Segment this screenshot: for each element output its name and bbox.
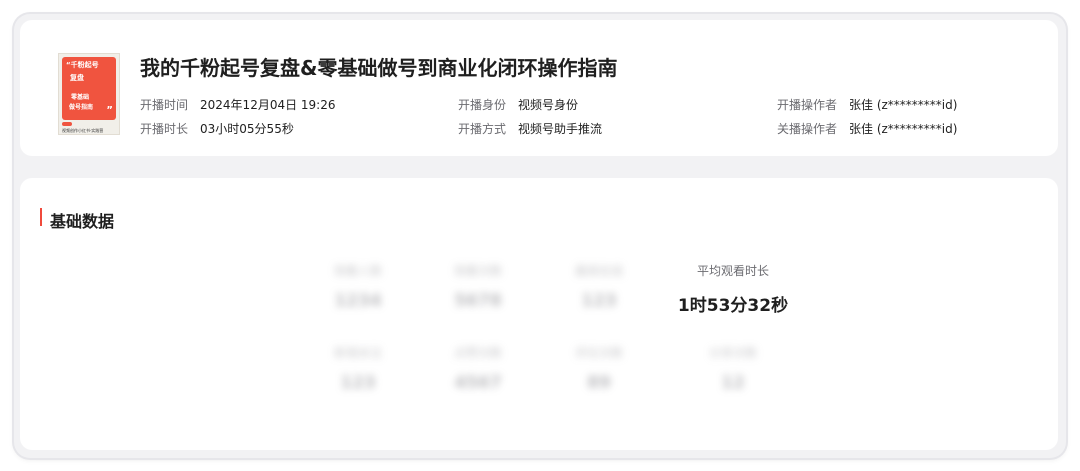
live-info-card: “千粉起号 复盘 零基础 做号指南 ” 视频创作小红书·实践营 我的千粉起号复盘… bbox=[20, 20, 1058, 156]
metric-label: 评论次数 bbox=[574, 346, 623, 360]
cover-text-line2: 复盘 bbox=[70, 74, 84, 82]
meta-start-operator: 开播操作者 张佳 (z*********id) bbox=[777, 96, 957, 113]
metric-value: 5678 bbox=[454, 291, 502, 311]
meta-duration: 开播时长 03小时05分55秒 bbox=[140, 120, 294, 137]
cover-text-line4: 做号指南 bbox=[69, 104, 94, 111]
metric-value: 1234 bbox=[334, 291, 382, 311]
meta-value: 2024年12月04日 19:26 bbox=[200, 98, 336, 112]
metric-item: 最高在线 123 bbox=[544, 262, 654, 311]
cover-quote-close: ” bbox=[106, 105, 113, 116]
live-cover-image[interactable]: “千粉起号 复盘 零基础 做号指南 ” 视频创作小红书·实践营 bbox=[58, 53, 120, 135]
cover-text-line1: “千粉起号 bbox=[66, 61, 99, 69]
meta-identity: 开播身份 视频号身份 bbox=[458, 96, 578, 113]
meta-label: 开播身份 bbox=[458, 98, 507, 112]
metric-label: 观看人数 bbox=[333, 264, 382, 278]
cover-tag-mark bbox=[62, 122, 72, 126]
metric-item: 新增关注 123 bbox=[303, 344, 413, 393]
metric-label: 观看次数 bbox=[453, 264, 502, 278]
basic-data-card: 基础数据 观看人数 1234 观看次数 5678 最高在线 123 平均观看时长… bbox=[20, 178, 1058, 450]
metric-item: 观看人数 1234 bbox=[303, 262, 413, 311]
metric-label: 最高在线 bbox=[574, 264, 623, 278]
page-frame: “千粉起号 复盘 零基础 做号指南 ” 视频创作小红书·实践营 我的千粉起号复盘… bbox=[14, 14, 1066, 458]
cover-red-block: “千粉起号 复盘 零基础 做号指南 ” bbox=[62, 57, 116, 120]
metric-avg-watch-time: 平均观看时长 1时53分32秒 bbox=[668, 262, 798, 316]
metric-value: 123 bbox=[340, 373, 376, 393]
section-title: 基础数据 bbox=[50, 212, 115, 231]
metric-value: 123 bbox=[581, 291, 617, 311]
metric-item: 观看次数 5678 bbox=[423, 262, 533, 311]
cover-text-line3: 零基础 bbox=[71, 94, 90, 101]
meta-end-operator: 关播操作者 张佳 (z*********id) bbox=[777, 120, 957, 137]
meta-start-time: 开播时间 2024年12月04日 19:26 bbox=[140, 96, 336, 113]
metric-value: 12 bbox=[721, 373, 745, 393]
meta-label: 开播时间 bbox=[140, 98, 189, 112]
meta-value: 03小时05分55秒 bbox=[200, 122, 294, 136]
meta-label: 关播操作者 bbox=[777, 122, 838, 136]
meta-label: 开播操作者 bbox=[777, 98, 838, 112]
cover-footer-text: 视频创作小红书·实践营 bbox=[62, 128, 104, 133]
metric-label: 新增关注 bbox=[333, 346, 382, 360]
meta-label: 开播时长 bbox=[140, 122, 189, 136]
meta-value: 视频号助手推流 bbox=[518, 122, 603, 136]
metric-value: 4567 bbox=[454, 373, 502, 393]
live-title: 我的千粉起号复盘&零基础做号到商业化闭环操作指南 bbox=[140, 56, 618, 80]
metric-item: 评论次数 89 bbox=[544, 344, 654, 393]
metric-value: 89 bbox=[587, 373, 611, 393]
metric-item: 分享次数 12 bbox=[668, 344, 798, 393]
meta-value: 视频号身份 bbox=[518, 98, 579, 112]
meta-value: 张佳 (z*********id) bbox=[849, 122, 958, 136]
meta-method: 开播方式 视频号助手推流 bbox=[458, 120, 602, 137]
metric-label: 分享次数 bbox=[708, 346, 757, 360]
metric-value: 1时53分32秒 bbox=[677, 296, 789, 316]
metric-label: 平均观看时长 bbox=[696, 264, 769, 278]
meta-label: 开播方式 bbox=[458, 122, 507, 136]
meta-value: 张佳 (z*********id) bbox=[849, 98, 958, 112]
metric-item: 点赞次数 4567 bbox=[423, 344, 533, 393]
metric-label: 点赞次数 bbox=[453, 346, 502, 360]
